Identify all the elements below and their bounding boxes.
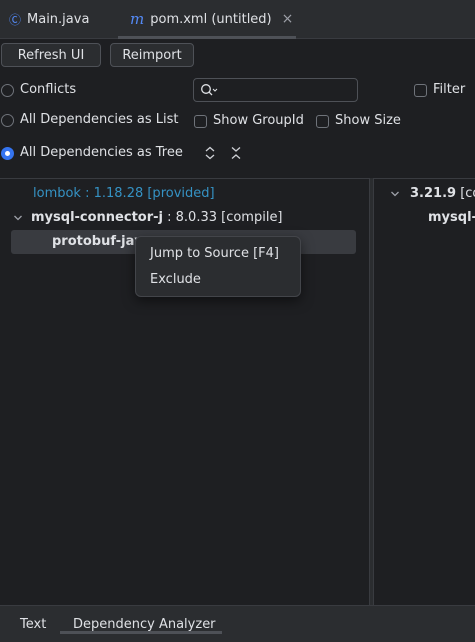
bottom-tab-bar: Text Dependency Analyzer bbox=[0, 605, 475, 642]
tab-main-java[interactable]: Ⓒ Main.java bbox=[9, 0, 89, 38]
as-list-label[interactable]: All Dependencies as List bbox=[20, 112, 179, 127]
usages-pane: 3.21.9 [co mysql-c bbox=[374, 179, 475, 605]
tab-label: Dependency Analyzer bbox=[73, 616, 216, 632]
as-list-radio[interactable] bbox=[1, 114, 14, 127]
tab-text[interactable]: Text bbox=[20, 606, 46, 642]
as-tree-label[interactable]: All Dependencies as Tree bbox=[20, 145, 183, 160]
node-name: 3.21.9 bbox=[410, 186, 457, 201]
chevron-down-icon[interactable] bbox=[13, 213, 23, 223]
active-bottom-tab-underline bbox=[60, 631, 222, 634]
tab-pom-xml[interactable]: m pom.xml (untitled) × bbox=[130, 0, 293, 38]
jump-to-source-menu-item[interactable]: Jump to Source [F4] bbox=[150, 246, 279, 261]
tree-node-lombok[interactable]: lombok : 1.18.28 [provided] bbox=[33, 186, 215, 201]
usage-node-mysql[interactable]: mysql-c bbox=[428, 210, 475, 225]
chevron-down-icon[interactable] bbox=[390, 189, 400, 199]
show-size-label[interactable]: Show Size bbox=[335, 113, 401, 128]
node-version: : 8.0.33 [compile] bbox=[163, 210, 283, 225]
expand-all-icon[interactable] bbox=[204, 146, 216, 160]
node-name: lombok bbox=[33, 186, 81, 201]
collapse-all-icon[interactable] bbox=[230, 146, 242, 160]
java-class-icon: Ⓒ bbox=[9, 12, 22, 27]
tree-node-mysql-connector[interactable]: mysql-connector-j : 8.0.33 [compile] bbox=[13, 210, 283, 225]
tab-label: Main.java bbox=[27, 11, 90, 27]
conflicts-radio[interactable] bbox=[1, 84, 14, 97]
show-groupid-checkbox[interactable] bbox=[194, 115, 207, 128]
show-groupid-label[interactable]: Show GroupId bbox=[213, 113, 304, 128]
close-tab-icon[interactable]: × bbox=[282, 11, 294, 27]
conflicts-label[interactable]: Conflicts bbox=[20, 82, 76, 97]
filter-checkbox[interactable] bbox=[414, 84, 427, 97]
search-icon bbox=[201, 84, 218, 96]
usage-node-version[interactable]: 3.21.9 [co bbox=[390, 186, 475, 201]
reimport-button[interactable]: Reimport bbox=[110, 43, 194, 67]
maven-icon: m bbox=[130, 10, 145, 28]
tab-dependency-analyzer[interactable]: Dependency Analyzer bbox=[73, 606, 216, 642]
node-name: mysql-c bbox=[428, 210, 475, 225]
refresh-ui-button[interactable]: Refresh UI bbox=[1, 43, 101, 67]
node-name: mysql-connector-j bbox=[31, 210, 163, 225]
as-tree-radio[interactable] bbox=[1, 147, 14, 160]
tab-label: Text bbox=[20, 616, 47, 632]
show-size-checkbox[interactable] bbox=[316, 115, 329, 128]
search-input[interactable] bbox=[193, 78, 358, 102]
node-version: : 1.18.28 [provided] bbox=[80, 186, 215, 201]
tab-label: pom.xml (untitled) bbox=[150, 11, 272, 27]
context-menu: Jump to Source [F4] Exclude bbox=[135, 236, 301, 297]
exclude-menu-item[interactable]: Exclude bbox=[150, 272, 201, 287]
filter-label[interactable]: Filter bbox=[433, 82, 465, 97]
node-version: [co bbox=[460, 186, 475, 201]
